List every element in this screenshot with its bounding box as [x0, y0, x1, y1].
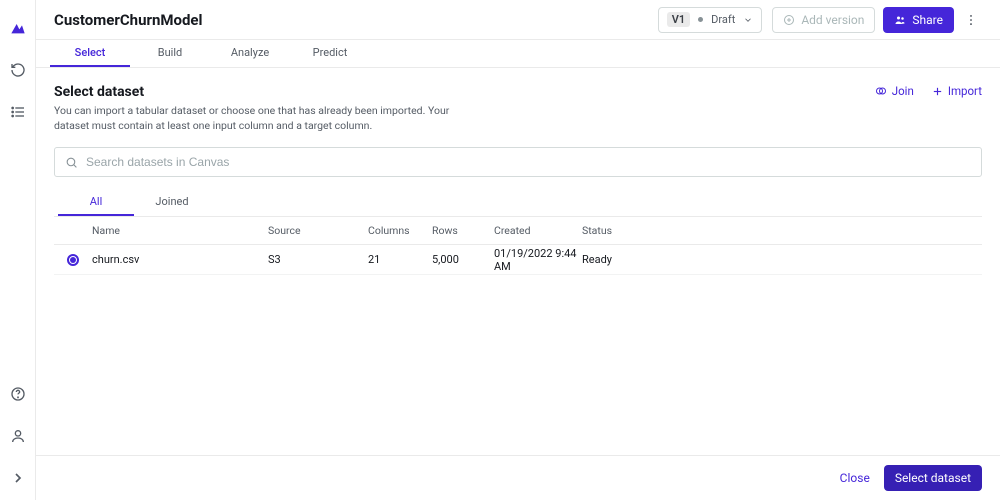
- version-selector[interactable]: V1 Draft: [658, 7, 763, 33]
- left-sidebar: [0, 0, 36, 500]
- cell-source: S3: [268, 253, 368, 266]
- page-title: Select dataset: [54, 84, 474, 100]
- join-label: Join: [892, 84, 914, 98]
- add-version-label: Add version: [801, 13, 864, 27]
- select-dataset-button[interactable]: Select dataset: [884, 465, 982, 491]
- chevron-down-icon: [743, 15, 753, 25]
- import-button[interactable]: Import: [932, 84, 982, 98]
- import-label: Import: [948, 84, 982, 98]
- select-dataset-label: Select dataset: [895, 471, 971, 485]
- footer: Close Select dataset: [36, 455, 1000, 500]
- subtab-joined[interactable]: Joined: [134, 189, 210, 216]
- cell-rows: 5,000: [432, 253, 494, 266]
- tab-analyze[interactable]: Analyze: [210, 40, 290, 67]
- col-header-source: Source: [268, 224, 368, 237]
- col-header-status: Status: [582, 224, 662, 237]
- share-label: Share: [912, 13, 943, 27]
- table-row[interactable]: churn.csv S3 21 5,000 01/19/2022 9:44 AM…: [54, 245, 982, 275]
- join-button[interactable]: Join: [875, 84, 914, 98]
- plus-icon: [932, 86, 943, 97]
- cell-name: churn.csv: [92, 253, 268, 266]
- col-header-columns: Columns: [368, 224, 432, 237]
- dataset-filter-tabs: All Joined: [54, 189, 982, 217]
- more-menu-button[interactable]: [960, 13, 982, 27]
- join-icon: [875, 85, 887, 97]
- row-radio[interactable]: [67, 254, 79, 266]
- subtab-all[interactable]: All: [58, 189, 134, 216]
- profile-icon[interactable]: [8, 426, 28, 446]
- page-description: You can import a tabular dataset or choo…: [54, 104, 474, 133]
- canvas-logo-icon[interactable]: [8, 18, 28, 38]
- tab-select[interactable]: Select: [50, 40, 130, 67]
- version-status: Draft: [711, 13, 735, 26]
- status-dot-icon: [698, 17, 703, 22]
- cell-created: 01/19/2022 9:44 AM: [494, 247, 582, 273]
- version-badge: V1: [667, 12, 690, 27]
- dataset-table: Name Source Columns Rows Created Status …: [54, 217, 982, 275]
- header: CustomerChurnModel V1 Draft Add version …: [36, 0, 1000, 40]
- search-input[interactable]: [78, 149, 971, 175]
- close-button[interactable]: Close: [840, 471, 870, 485]
- add-version-button: Add version: [772, 7, 875, 33]
- model-title: CustomerChurnModel: [54, 11, 203, 29]
- kebab-icon: [964, 13, 978, 27]
- tab-build[interactable]: Build: [130, 40, 210, 67]
- refresh-icon[interactable]: [8, 60, 28, 80]
- col-header-rows: Rows: [432, 224, 494, 237]
- table-header: Name Source Columns Rows Created Status: [54, 217, 982, 245]
- plus-circle-icon: [783, 14, 795, 26]
- cell-status: Ready: [582, 253, 662, 266]
- col-header-name: Name: [92, 224, 268, 237]
- list-icon[interactable]: [8, 102, 28, 122]
- search-icon: [65, 156, 78, 169]
- col-header-created: Created: [494, 224, 582, 237]
- search-input-wrapper[interactable]: [54, 147, 982, 177]
- expand-sidebar-icon[interactable]: [8, 468, 28, 488]
- share-button[interactable]: Share: [883, 7, 954, 33]
- help-icon[interactable]: [8, 384, 28, 404]
- people-icon: [894, 14, 906, 26]
- tab-predict[interactable]: Predict: [290, 40, 370, 67]
- workflow-tabs: Select Build Analyze Predict: [36, 40, 1000, 68]
- cell-columns: 21: [368, 253, 432, 266]
